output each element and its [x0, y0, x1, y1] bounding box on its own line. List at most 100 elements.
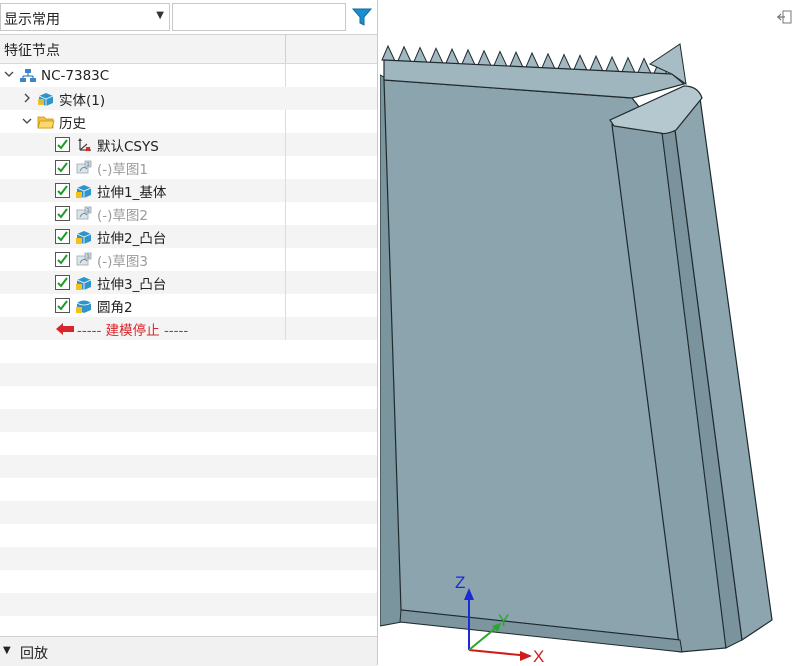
tree-row-background	[0, 524, 377, 547]
tree-node-label: (-)草图1	[97, 161, 148, 178]
tree-row-background	[0, 547, 377, 570]
sketch-icon: 1	[74, 251, 94, 269]
fin-tooth	[621, 56, 636, 74]
folder-icon	[36, 113, 56, 131]
fillet-icon	[74, 297, 94, 315]
checkmark-icon	[57, 185, 68, 196]
3d-viewport[interactable]: Z Y X	[380, 0, 796, 665]
tree-row-background	[0, 386, 377, 409]
fin-tooth	[429, 47, 444, 64]
tree-node-feature[interactable]: 拉伸1_基体	[0, 179, 377, 202]
fin-tooth	[509, 51, 524, 68]
fin-tooth	[557, 53, 572, 71]
checkmark-icon	[57, 208, 68, 219]
tree-node-label: 圆角2	[97, 299, 133, 316]
model-view: Z Y X	[380, 43, 773, 665]
tree-node-label: 历史	[59, 115, 86, 132]
tree-row-background	[0, 340, 377, 363]
extrude-icon	[74, 228, 94, 246]
checkmark-icon	[57, 277, 68, 288]
tree-node-label: 默认CSYS	[97, 138, 159, 155]
expand-chevron-icon[interactable]	[22, 91, 36, 107]
tree-node-modeling-stop[interactable]: ----- 建模停止 -----	[0, 317, 377, 340]
extrude-icon	[74, 274, 94, 292]
solid-body-icon	[36, 90, 56, 108]
tree-row-background	[0, 409, 377, 432]
feature-checkbox[interactable]	[55, 252, 70, 267]
svg-text:1: 1	[87, 162, 90, 168]
chevron-down-icon: ▼	[156, 10, 164, 21]
tree-node-part[interactable]: NC-7383C	[0, 64, 377, 87]
feature-checkbox[interactable]	[55, 160, 70, 175]
feature-checkbox[interactable]	[55, 298, 70, 313]
tree-row-background	[0, 501, 377, 524]
checkmark-icon	[57, 300, 68, 311]
fin-tooth	[461, 48, 476, 66]
tree-row-background	[0, 593, 377, 616]
z-axis-label: Z	[455, 573, 465, 592]
extrude-icon	[74, 182, 94, 200]
checkmark-icon	[57, 139, 68, 150]
fin-tooth	[525, 51, 540, 69]
filter-bar: 显示常用 ▼	[0, 0, 377, 35]
feature-checkbox[interactable]	[55, 275, 70, 290]
fin-tooth	[573, 54, 588, 71]
svg-text:1: 1	[87, 208, 90, 214]
tree-row-background	[0, 432, 377, 455]
tree-node-feature[interactable]: 拉伸3_凸台	[0, 271, 377, 294]
pin-panel-icon[interactable]	[776, 10, 792, 24]
tree-node-feature[interactable]: 1 (-)草图2	[0, 202, 377, 225]
display-filter-dropdown[interactable]: 显示常用 ▼	[0, 3, 170, 31]
tree-row-background	[0, 616, 377, 632]
modeling-stop-label: ----- 建模停止 -----	[77, 322, 189, 339]
feature-tree-panel: 显示常用 ▼ 特征节点 NC-7383C 实体(1) 历史 默认CSYS 1 (…	[0, 0, 378, 666]
search-input[interactable]	[172, 3, 346, 31]
tree-node-feature[interactable]: 拉伸2_凸台	[0, 225, 377, 248]
feature-checkbox[interactable]	[55, 206, 70, 221]
tree-node-label: 拉伸3_凸台	[97, 276, 167, 293]
tree-node-label: 拉伸1_基体	[97, 184, 167, 201]
stop-arrow-icon	[55, 320, 75, 338]
fin-tooth	[445, 47, 460, 65]
sketch-icon: 1	[74, 159, 94, 177]
checkmark-icon	[57, 254, 68, 265]
fin-tooth	[589, 54, 604, 72]
part-icon	[18, 67, 38, 85]
fin-tooth	[397, 45, 412, 63]
tree-node-label: NC-7383C	[41, 67, 110, 84]
csys-icon	[74, 136, 94, 154]
x-axis-label: X	[533, 647, 544, 665]
column-divider[interactable]	[285, 35, 286, 63]
feature-checkbox[interactable]	[55, 183, 70, 198]
fin-tooth	[493, 50, 508, 68]
playback-bar[interactable]: ▼ 回放	[0, 636, 377, 666]
fin-tooth	[637, 57, 652, 75]
feature-tree: NC-7383C 实体(1) 历史 默认CSYS 1 (-)草图1 拉伸1_基体…	[0, 64, 377, 632]
tree-node-history[interactable]: 历史	[0, 110, 377, 133]
checkmark-icon	[57, 231, 68, 242]
tree-row-background	[0, 570, 377, 593]
tree-node-feature[interactable]: 圆角2	[0, 294, 377, 317]
tree-node-label: 实体(1)	[59, 92, 106, 109]
fin-tooth	[477, 49, 492, 67]
svg-text:1: 1	[87, 254, 90, 260]
collapse-chevron-icon[interactable]	[22, 114, 36, 130]
display-filter-value: 显示常用	[4, 12, 60, 28]
column-header-feature-node: 特征节点	[4, 43, 60, 59]
feature-checkbox[interactable]	[55, 137, 70, 152]
fin-tooth	[541, 52, 556, 70]
tree-row-background	[0, 363, 377, 386]
tree-node-feature[interactable]: 1 (-)草图1	[0, 156, 377, 179]
y-axis-label: Y	[498, 611, 509, 630]
fin-tooth	[381, 44, 396, 62]
checkmark-icon	[57, 162, 68, 173]
tree-node-feature[interactable]: 默认CSYS	[0, 133, 377, 156]
collapse-chevron-icon[interactable]	[4, 69, 18, 82]
filter-button[interactable]	[349, 4, 375, 30]
feature-checkbox[interactable]	[55, 229, 70, 244]
tree-node-label: (-)草图2	[97, 207, 148, 224]
tree-node-solid-bodies[interactable]: 实体(1)	[0, 87, 377, 110]
tree-node-label: (-)草图3	[97, 253, 148, 270]
filter-icon	[352, 8, 372, 26]
tree-node-feature[interactable]: 1 (-)草图3	[0, 248, 377, 271]
